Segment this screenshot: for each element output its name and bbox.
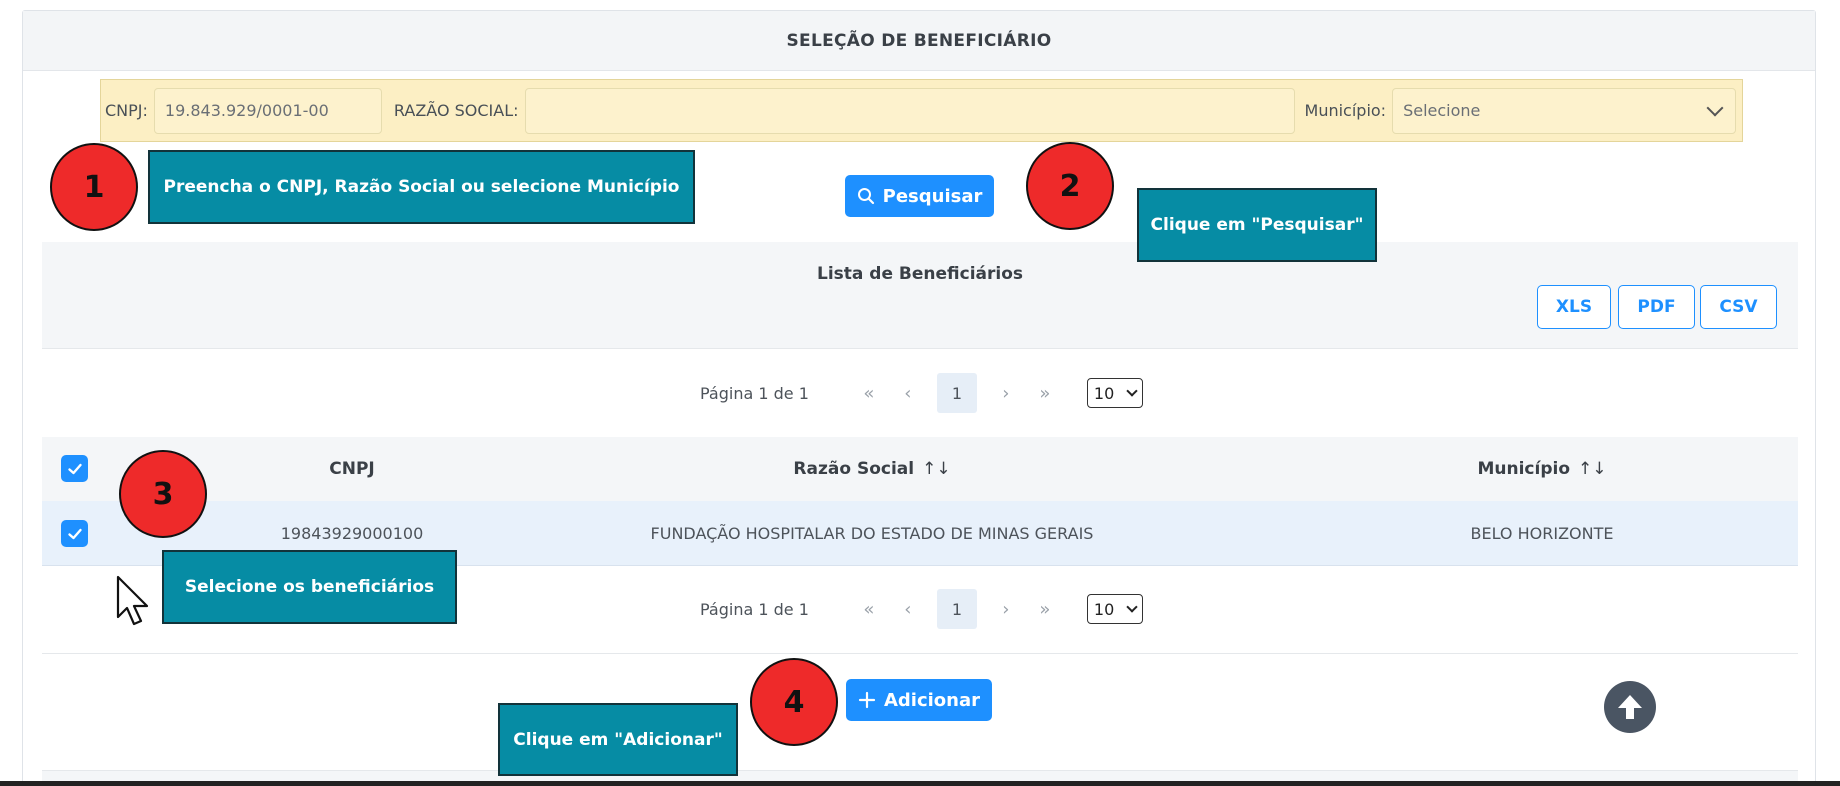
mouse-cursor-icon (116, 575, 150, 631)
page-info: Página 1 de 1 (700, 599, 809, 619)
last-page-button[interactable]: » (1023, 599, 1067, 620)
sort-icon[interactable]: ↑↓ (1578, 459, 1607, 479)
step-3-badge: 3 (119, 450, 207, 538)
export-xls-button[interactable]: XLS (1537, 285, 1611, 329)
list-title: Lista de Beneficiários (816, 264, 1024, 284)
pagination-top: Página 1 de 1 « ‹ 1 › » 10 (700, 372, 1143, 414)
column-header-razao-social[interactable]: Razão Social ↑↓ (542, 437, 1202, 501)
page-size-value: 10 (1093, 599, 1115, 619)
cnpj-input[interactable]: 19.843.929/0001-00 (153, 87, 382, 134)
current-page-button[interactable]: 1 (936, 589, 977, 629)
search-button[interactable]: Pesquisar (845, 175, 994, 217)
page-size-select[interactable]: 10 (1086, 594, 1143, 624)
add-button[interactable]: Adicionar (846, 679, 992, 721)
arrow-up-icon (1618, 695, 1642, 719)
panel-title: SELEÇÃO DE BENEFICIÁRIO (23, 11, 1815, 71)
check-icon (67, 528, 82, 539)
filter-bar: CNPJ: 19.843.929/0001-00 RAZÃO SOCIAL: M… (100, 79, 1743, 142)
page-size-select[interactable]: 10 (1086, 378, 1143, 408)
list-header: Lista de Beneficiários XLS PDF CSV (42, 242, 1798, 349)
search-button-label: Pesquisar (882, 185, 983, 207)
municipio-select[interactable]: Selecione (1392, 87, 1737, 134)
municipio-select-value: Selecione (1403, 101, 1481, 120)
pagination-bottom: Página 1 de 1 « ‹ 1 › » 10 (700, 588, 1143, 630)
add-button-label: Adicionar (883, 689, 981, 711)
cnpj-label: CNPJ: (105, 101, 148, 120)
page-info: Página 1 de 1 (700, 383, 809, 403)
scroll-to-top-button[interactable] (1604, 681, 1656, 733)
step-4-callout: Clique em "Adicionar" (498, 703, 738, 776)
column-municipio-label: Município (1477, 459, 1571, 479)
search-icon (857, 187, 875, 205)
next-page-button[interactable]: › (989, 383, 1023, 404)
chevron-down-icon (1706, 99, 1724, 116)
sort-icon[interactable]: ↑↓ (922, 459, 951, 479)
row-checkbox[interactable] (61, 520, 88, 547)
bottom-bar (0, 781, 1840, 786)
current-page-button[interactable]: 1 (936, 373, 977, 413)
select-all-checkbox[interactable] (61, 455, 88, 482)
divider (42, 653, 1798, 654)
first-page-button[interactable]: « (847, 383, 891, 404)
table-header: CNPJ Razão Social ↑↓ Município ↑↓ (42, 437, 1798, 501)
column-header-municipio[interactable]: Município ↑↓ (1302, 437, 1782, 501)
prev-page-button[interactable]: ‹ (891, 383, 925, 404)
step-1-callout: Preencha o CNPJ, Razão Social ou selecio… (148, 150, 695, 224)
step-3-callout: Selecione os beneficiários (162, 550, 457, 624)
page: SELEÇÃO DE BENEFICIÁRIO CNPJ: 19.843.929… (0, 0, 1840, 786)
prev-page-button[interactable]: ‹ (891, 599, 925, 620)
step-1-badge: 1 (50, 143, 138, 231)
municipio-label: Município: (1304, 101, 1387, 120)
chevron-down-icon (1126, 385, 1138, 397)
next-page-button[interactable]: › (989, 599, 1023, 620)
step-4-badge: 4 (750, 658, 838, 746)
plus-icon (858, 691, 876, 709)
step-2-badge: 2 (1026, 142, 1114, 230)
last-page-button[interactable]: » (1023, 383, 1067, 404)
check-icon (67, 463, 82, 474)
export-pdf-button[interactable]: PDF (1618, 285, 1695, 329)
cell-municipio: BELO HORIZONTE (1470, 524, 1614, 543)
export-csv-button[interactable]: CSV (1700, 285, 1777, 329)
column-cnpj-label: CNPJ (329, 459, 375, 479)
page-size-value: 10 (1093, 383, 1115, 403)
razao-social-label: RAZÃO SOCIAL: (393, 101, 519, 120)
first-page-button[interactable]: « (847, 599, 891, 620)
cell-razao-social: FUNDAÇÃO HOSPITALAR DO ESTADO DE MINAS G… (650, 524, 1094, 543)
chevron-down-icon (1126, 601, 1138, 613)
step-2-callout: Clique em "Pesquisar" (1137, 188, 1377, 262)
razao-social-input[interactable] (524, 87, 1295, 134)
column-razao-label: Razão Social (793, 459, 915, 479)
column-header-cnpj: CNPJ (202, 437, 502, 501)
